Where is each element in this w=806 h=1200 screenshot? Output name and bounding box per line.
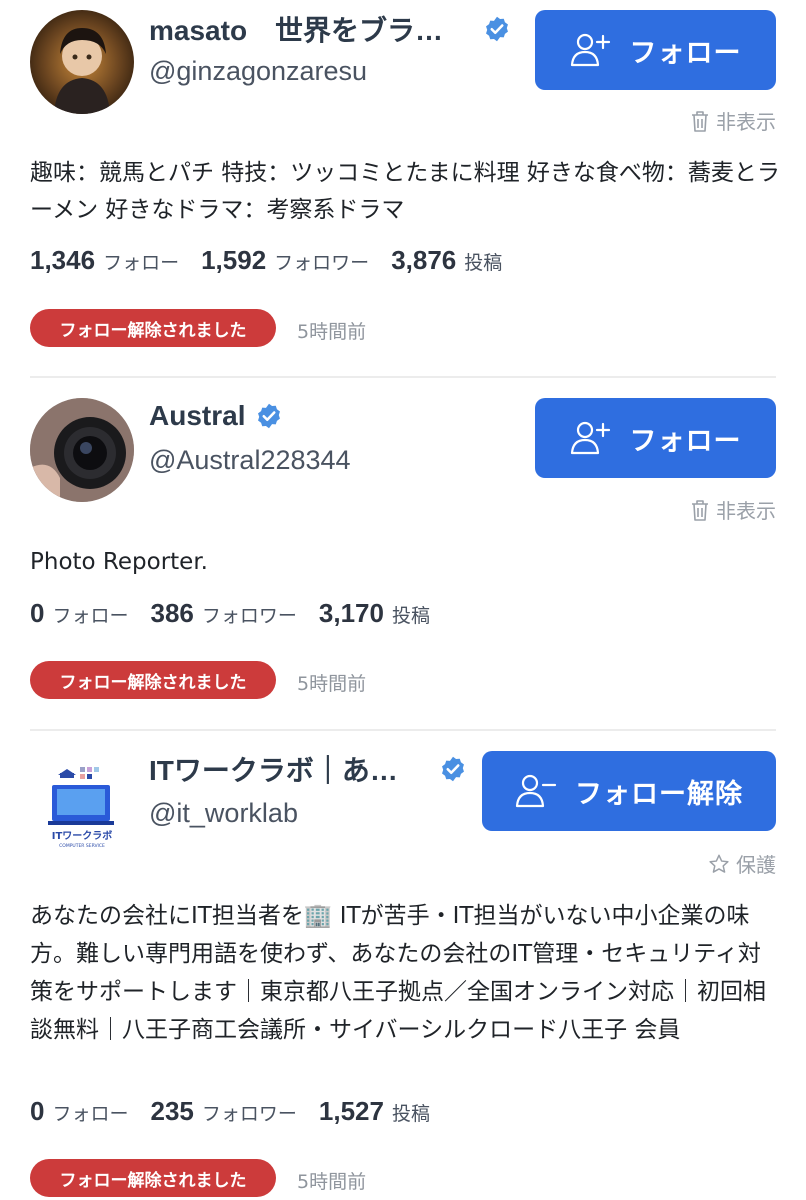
display-name[interactable]: ITワークラボ｜あな…: [149, 749, 415, 789]
unfollowed-status-badge: フォロー解除されました: [30, 1159, 276, 1197]
timestamp: 5時間前: [297, 321, 367, 343]
user-stats: 0 フォロー 386 フォロワー 3,170 投稿: [30, 598, 452, 629]
posts-count[interactable]: 3,876: [391, 245, 456, 276]
verified-badge-icon: [486, 16, 508, 42]
name-row: Austral: [149, 396, 283, 436]
follow-button[interactable]: フォロー: [535, 398, 776, 478]
posts-count[interactable]: 1,527: [319, 1096, 384, 1127]
posts-label: 投稿: [391, 605, 430, 627]
protect-action-label: 保護: [736, 853, 776, 877]
follow-button-label: フォロー: [629, 425, 742, 457]
unfollowed-status-badge: フォロー解除されました: [30, 309, 276, 347]
user-handle: @ginzagonzaresu: [149, 56, 368, 86]
display-name[interactable]: masato 世界をブラッ…: [149, 9, 469, 49]
user-bio: 趣味：競馬とパチ 特技：ツッコミとたまに料理 好きな食べ物：蕎麦とラーメン 好き…: [30, 160, 780, 223]
person-add-icon: [570, 421, 610, 455]
following-label: フォロー: [52, 1103, 129, 1125]
user-stats: 0 フォロー 235 フォロワー 1,527 投稿: [30, 1096, 452, 1127]
logo-subtext: COMPUTER SERVICE: [59, 843, 105, 849]
timestamp: 5時間前: [297, 1171, 367, 1193]
followers-count[interactable]: 1,592: [201, 245, 266, 276]
user-stats: 1,346 フォロー 1,592 フォロワー 3,876 投稿: [30, 245, 524, 276]
trash-icon: [692, 110, 708, 132]
followers-count[interactable]: 235: [150, 1096, 193, 1127]
hide-action[interactable]: 非表示: [690, 106, 776, 135]
star-outline-icon: [709, 854, 729, 873]
user-bio: Photo Reporter.: [30, 549, 208, 575]
posts-label: 投稿: [391, 1103, 430, 1125]
hide-action-label: 非表示: [716, 110, 776, 134]
posts-count[interactable]: 3,170: [319, 598, 384, 629]
following-count[interactable]: 0: [30, 598, 44, 629]
follow-button[interactable]: フォロー: [535, 10, 776, 90]
followers-label: フォロワー: [201, 605, 297, 627]
user-bio: あなたの会社にIT担当者を🏢 ITが苦手・IT担当がいない中小企業の味方。難しい…: [30, 903, 766, 1043]
name-row: ITワークラボ｜あな…: [149, 749, 467, 789]
followers-label: フォロワー: [274, 252, 370, 274]
person-add-icon: [570, 33, 610, 67]
follow-button-label: フォロー: [629, 37, 742, 69]
user-card: Austral @Austral228344 フォロー 非表示 Photo Re…: [0, 378, 806, 730]
user-card: masato 世界をブラッ… @ginzagonzaresu フォロー 非表示 …: [0, 0, 806, 378]
user-handle: @it_worklab: [149, 798, 298, 828]
avatar[interactable]: [30, 398, 134, 502]
followers-count[interactable]: 386: [150, 598, 193, 629]
posts-label: 投稿: [464, 252, 503, 274]
unfollowed-status-badge: フォロー解除されました: [30, 661, 276, 699]
logo-text: ITワークラボ: [52, 829, 113, 842]
avatar[interactable]: [30, 10, 134, 114]
following-count[interactable]: 1,346: [30, 245, 95, 276]
trash-icon: [692, 499, 708, 521]
verified-badge-icon: [442, 756, 464, 782]
avatar[interactable]: ITワークラボ COMPUTER SERVICE: [30, 751, 134, 855]
unfollow-button-label: フォロー解除: [575, 778, 743, 810]
following-label: フォロー: [52, 605, 129, 627]
user-card: ITワークラボ COMPUTER SERVICE ITワークラボ｜あな… @it…: [0, 731, 806, 1200]
following-label: フォロー: [103, 252, 180, 274]
verified-badge-icon: [258, 403, 281, 429]
timestamp: 5時間前: [297, 673, 367, 695]
person-remove-icon: [515, 774, 557, 808]
following-count[interactable]: 0: [30, 1096, 44, 1127]
followers-label: フォロワー: [201, 1103, 297, 1125]
name-row: masato 世界をブラッ…: [149, 9, 524, 49]
display-name[interactable]: Austral: [149, 400, 245, 432]
user-handle: @Austral228344: [149, 445, 351, 475]
protect-action[interactable]: 保護: [708, 849, 776, 878]
unfollow-button[interactable]: フォロー解除: [482, 751, 776, 831]
hide-action[interactable]: 非表示: [690, 495, 776, 524]
hide-action-label: 非表示: [716, 499, 776, 523]
